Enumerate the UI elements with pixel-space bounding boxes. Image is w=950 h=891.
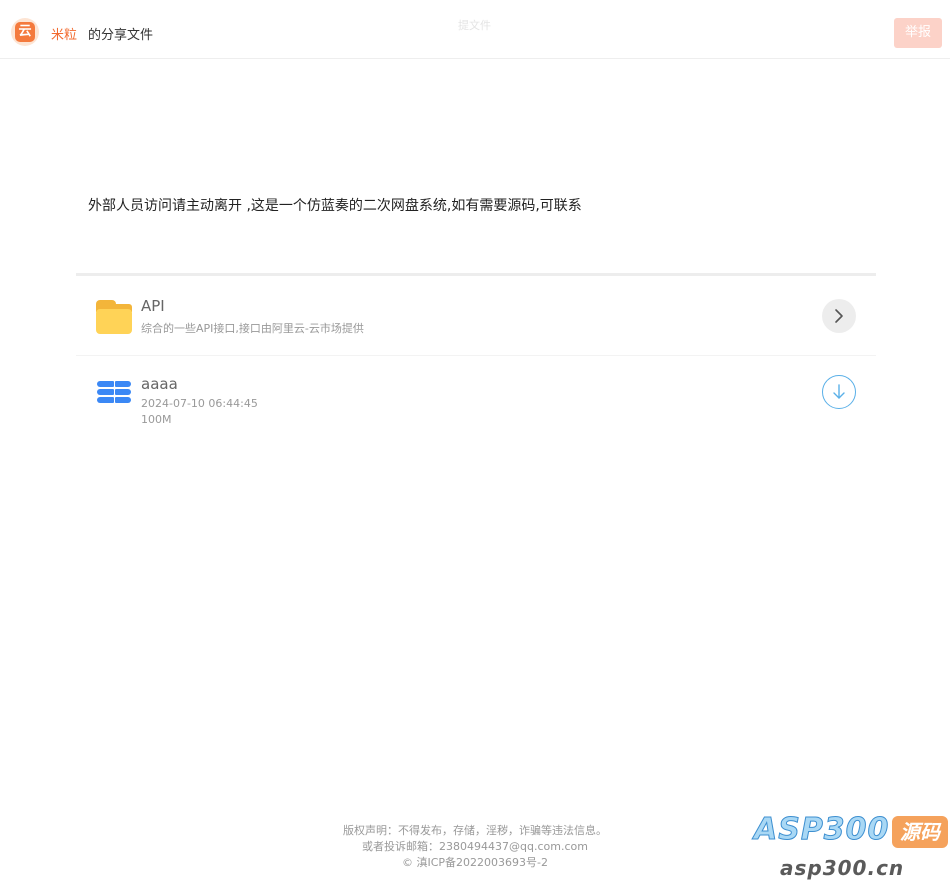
share-owner-name[interactable]: 米粒 [51,24,77,43]
file-list: API 综合的一些API接口,接口由阿里云-云市场提供 aaaa 2024-07… [76,273,876,440]
logo-glyph: 云 [15,22,35,42]
watermark-tag: 源码 [892,816,948,848]
file-date: 2024-07-10 06:44:45 [141,397,258,410]
database-icon [97,381,131,407]
download-button[interactable] [822,375,856,409]
cloud-logo-icon: 云 [11,18,39,46]
chevron-right-icon [835,309,843,323]
watermark-url: asp300.cn [780,856,905,880]
watermark-logo: ASP300 源码 asp300.cn [752,812,950,891]
file-size: 100M [141,413,172,426]
list-item-folder[interactable]: API 综合的一些API接口,接口由阿里云-云市场提供 [76,276,876,356]
open-folder-button[interactable] [822,299,856,333]
list-item-file[interactable]: aaaa 2024-07-10 06:44:45 100M [76,356,876,440]
header: 云 米粒 的分享文件 提文件 举报 [0,0,950,59]
page-center-title: 提文件 [458,19,491,32]
file-name[interactable]: aaaa [141,375,178,393]
folder-note: 综合的一些API接口,接口由阿里云-云市场提供 [141,322,364,335]
report-button[interactable]: 举报 [894,18,942,48]
folder-icon [96,300,132,334]
share-title-suffix: 的分享文件 [88,28,154,43]
folder-name[interactable]: API [141,297,165,315]
download-icon [833,384,845,399]
watermark-brand: ASP300 [753,812,890,848]
share-description: 外部人员访问请主动离开 ,这是一个仿蓝奏的二次网盘系统,如有需要源码,可联系 [88,198,582,214]
